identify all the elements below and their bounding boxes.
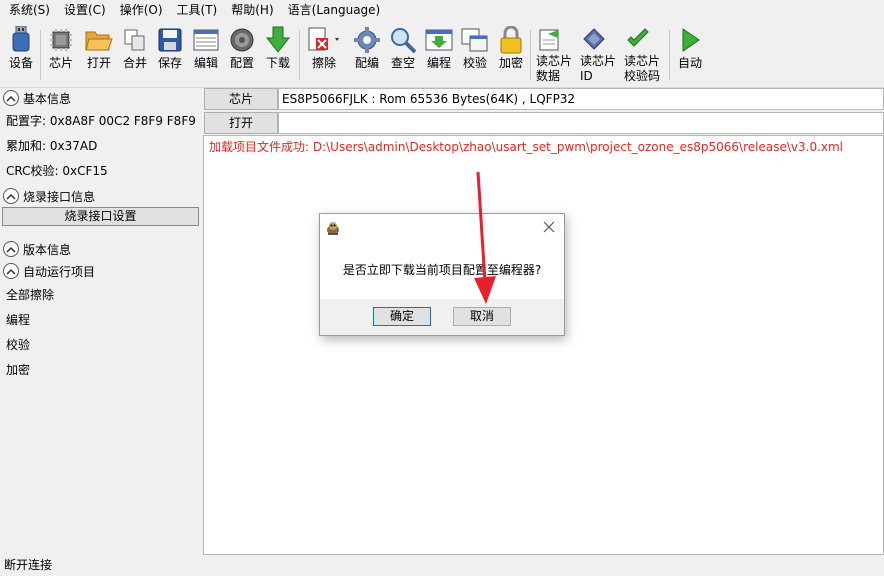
menu-tools[interactable]: 工具(T) — [170, 0, 225, 20]
read-data-icon — [536, 26, 564, 54]
chip-button[interactable]: 芯片 — [46, 26, 76, 84]
menu-settings[interactable]: 设置(C) — [57, 0, 113, 20]
burn-interface-settings-button[interactable]: 烧录接口设置 — [2, 207, 199, 226]
collapse-icon — [3, 263, 19, 279]
cog-icon — [353, 26, 381, 54]
app-icon — [325, 220, 341, 236]
merge-icon — [121, 26, 149, 54]
program-icon — [425, 26, 453, 54]
dialog-footer: 确定 取消 — [320, 299, 564, 335]
menu-bar: 系统(S) 设置(C) 操作(O) 工具(T) 帮助(H) 语言(Languag… — [0, 0, 884, 20]
menu-operation[interactable]: 操作(O) — [113, 0, 170, 20]
section-burn-interface-info[interactable]: 烧录接口信息 — [0, 186, 95, 206]
log-area[interactable]: 加载项目文件成功: D:\Users\admin\Desktop\zhao\us… — [203, 135, 884, 555]
merge-button[interactable]: 合并 — [120, 26, 150, 84]
checksum-sum: 累加和: 0x37AD — [6, 139, 98, 153]
menu-help[interactable]: 帮助(H) — [224, 0, 280, 20]
read-chip-id-button[interactable]: 读芯片 ID — [580, 26, 620, 84]
left-panel: 基本信息 配置字: 0x8A8F 00C2 F8F9 F8F9 F 累加和: 0… — [0, 88, 202, 555]
read-chip-checksum-button[interactable]: 读芯片 校验码 — [624, 26, 664, 84]
diamond-icon — [580, 26, 608, 54]
toolbar-separator — [40, 30, 41, 80]
floppy-icon — [156, 26, 184, 54]
encrypt-button[interactable]: 加密 — [496, 26, 526, 84]
windows-icon — [461, 26, 489, 54]
play-icon — [676, 26, 704, 54]
chip-icon — [47, 26, 75, 54]
collapse-icon — [3, 241, 19, 257]
section-basic-info[interactable]: 基本信息 — [0, 88, 71, 108]
section-auto-run-items[interactable]: 自动运行项目 — [0, 261, 95, 281]
device-button[interactable]: 设备 — [6, 26, 36, 84]
auto-item-encrypt: 加密 — [6, 363, 31, 377]
chip-select-button[interactable]: 芯片 — [204, 88, 278, 110]
dialog-message: 是否立即下载当前项目配置至编程器? — [342, 263, 542, 277]
auto-item-program: 编程 — [6, 313, 31, 327]
check-blank-button[interactable]: 查空 — [388, 26, 418, 84]
menu-system[interactable]: 系统(S) — [2, 0, 57, 20]
toolbar-separator — [669, 30, 670, 80]
download-button[interactable]: 下载 — [263, 26, 293, 84]
status-bar: 断开连接 — [0, 555, 884, 576]
confirm-dialog: 是否立即下载当前项目配置至编程器? 确定 取消 — [319, 213, 565, 336]
toolbar-separator — [530, 30, 531, 80]
ok-button[interactable]: 确定 — [373, 307, 431, 326]
chip-info-field: ES8P5066FJLK : Rom 65536 Bytes(64K) , LQ… — [278, 88, 884, 110]
config-button[interactable]: 配置 — [227, 26, 257, 84]
magnifier-icon — [389, 26, 417, 54]
collapse-icon — [3, 90, 19, 106]
edit-button[interactable]: 编辑 — [191, 26, 221, 84]
usb-icon — [7, 26, 35, 54]
gear-icon — [228, 26, 256, 54]
project-path-field — [278, 112, 884, 134]
annotation-arrow-icon — [474, 171, 496, 304]
erase-button[interactable]: 擦除 — [305, 26, 343, 84]
verify-button[interactable]: 校验 — [460, 26, 490, 84]
auto-item-verify: 校验 — [6, 338, 31, 352]
crc-checksum: CRC校验: 0xCF15 — [6, 164, 108, 178]
auto-item-erase-all: 全部擦除 — [6, 288, 55, 302]
config-word: 配置字: 0x8A8F 00C2 F8F9 F8F9 F — [6, 114, 200, 128]
collapse-icon — [3, 188, 19, 204]
log-message: 加载项目文件成功: D:\Users\admin\Desktop\zhao\us… — [209, 140, 844, 154]
lock-icon — [497, 26, 525, 54]
save-button[interactable]: 保存 — [155, 26, 185, 84]
section-version-info[interactable]: 版本信息 — [0, 239, 71, 259]
checkmark-icon — [624, 26, 652, 54]
auto-button[interactable]: 自动 — [675, 26, 705, 84]
table-icon — [192, 26, 220, 54]
toolbar-separator — [299, 30, 300, 80]
erase-icon — [305, 26, 343, 54]
toolbar: 设备 芯片 打开 合并 保存 编辑 配置 下载 擦除 配编 查空 编程 校验 加… — [0, 22, 884, 88]
read-chip-data-button[interactable]: 读芯片 数据 — [536, 26, 576, 84]
download-arrow-icon — [264, 26, 292, 54]
close-icon[interactable] — [542, 220, 556, 234]
open-project-button[interactable]: 打开 — [204, 112, 278, 134]
menu-language[interactable]: 语言(Language) — [281, 0, 388, 20]
config-edit-button[interactable]: 配编 — [352, 26, 382, 84]
program-button[interactable]: 编程 — [424, 26, 454, 84]
open-button[interactable]: 打开 — [84, 26, 114, 84]
folder-open-icon — [85, 26, 113, 54]
